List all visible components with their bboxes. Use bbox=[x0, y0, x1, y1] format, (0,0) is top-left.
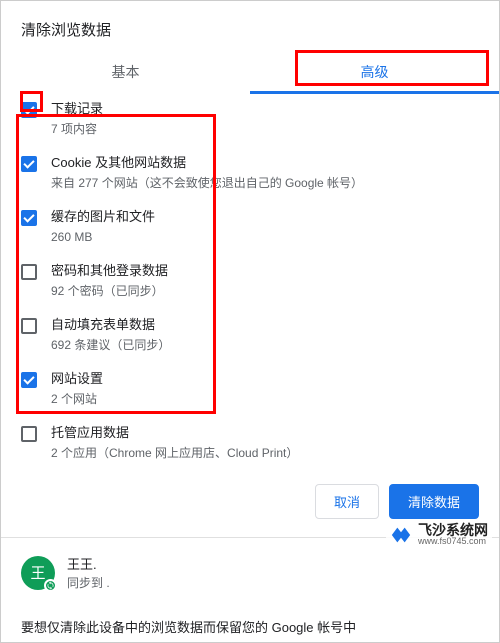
option-hosted-apps: 托管应用数据 2 个应用（Chrome 网上应用店、Cloud Print） bbox=[21, 416, 479, 470]
option-desc: 260 MB bbox=[51, 228, 479, 246]
option-desc: 2 个网站 bbox=[51, 390, 479, 408]
dialog-title: 清除浏览数据 bbox=[1, 1, 499, 52]
avatar-letter: 王 bbox=[30, 562, 45, 583]
profile-name: 王王. bbox=[67, 554, 110, 573]
watermark-icon bbox=[390, 524, 412, 546]
option-desc: 2 个应用（Chrome 网上应用店、Cloud Print） bbox=[51, 444, 479, 462]
tab-advanced[interactable]: 高级 bbox=[250, 52, 499, 94]
sync-icon bbox=[44, 579, 57, 592]
tab-basic[interactable]: 基本 bbox=[1, 52, 250, 94]
avatar: 王 bbox=[21, 556, 55, 590]
profile-row: 王 王王. 同步到 . bbox=[1, 548, 499, 601]
option-download-history: 下载记录 7 项内容 bbox=[21, 94, 479, 146]
cancel-button[interactable]: 取消 bbox=[315, 484, 379, 519]
options-list: 下载记录 7 项内容 Cookie 及其他网站数据 来自 277 个网站（这不会… bbox=[1, 94, 499, 470]
profile-text: 王王. 同步到 . bbox=[67, 554, 110, 591]
checkbox-cookies[interactable] bbox=[21, 156, 37, 172]
checkbox-cached[interactable] bbox=[21, 210, 37, 226]
option-cookies: Cookie 及其他网站数据 来自 277 个网站（这不会致使您退出自己的 Go… bbox=[21, 146, 479, 200]
watermark-url: www.fs0745.com bbox=[418, 537, 488, 546]
option-title: 密码和其他登录数据 bbox=[51, 262, 479, 280]
tabs: 基本 高级 bbox=[1, 52, 499, 94]
option-autofill: 自动填充表单数据 692 条建议（已同步） bbox=[21, 308, 479, 362]
option-desc: 7 项内容 bbox=[51, 120, 479, 138]
option-passwords: 密码和其他登录数据 92 个密码（已同步） bbox=[21, 254, 479, 308]
option-desc: 692 条建议（已同步） bbox=[51, 336, 479, 354]
option-title: 自动填充表单数据 bbox=[51, 316, 479, 334]
footer-text: 要想仅清除此设备中的浏览数据而保留您的 Google 帐号中 bbox=[1, 601, 499, 642]
watermark-title: 飞沙系统网 bbox=[418, 523, 488, 537]
option-desc: 92 个密码（已同步） bbox=[51, 282, 479, 300]
profile-sync: 同步到 . bbox=[67, 574, 110, 591]
option-title: Cookie 及其他网站数据 bbox=[51, 154, 479, 172]
checkbox-download-history[interactable] bbox=[21, 102, 37, 118]
checkbox-autofill[interactable] bbox=[21, 318, 37, 334]
option-title: 缓存的图片和文件 bbox=[51, 208, 479, 226]
checkbox-site-settings[interactable] bbox=[21, 372, 37, 388]
option-cached: 缓存的图片和文件 260 MB bbox=[21, 200, 479, 254]
option-title: 托管应用数据 bbox=[51, 424, 479, 442]
checkbox-passwords[interactable] bbox=[21, 264, 37, 280]
checkbox-hosted-apps[interactable] bbox=[21, 426, 37, 442]
option-desc: 来自 277 个网站（这不会致使您退出自己的 Google 帐号） bbox=[51, 174, 479, 192]
watermark: 飞沙系统网 www.fs0745.com bbox=[386, 521, 492, 548]
clear-button[interactable]: 清除数据 bbox=[389, 484, 479, 519]
option-title: 下载记录 bbox=[51, 100, 479, 118]
option-title: 网站设置 bbox=[51, 370, 479, 388]
option-site-settings: 网站设置 2 个网站 bbox=[21, 362, 479, 416]
watermark-text: 飞沙系统网 www.fs0745.com bbox=[418, 523, 488, 546]
